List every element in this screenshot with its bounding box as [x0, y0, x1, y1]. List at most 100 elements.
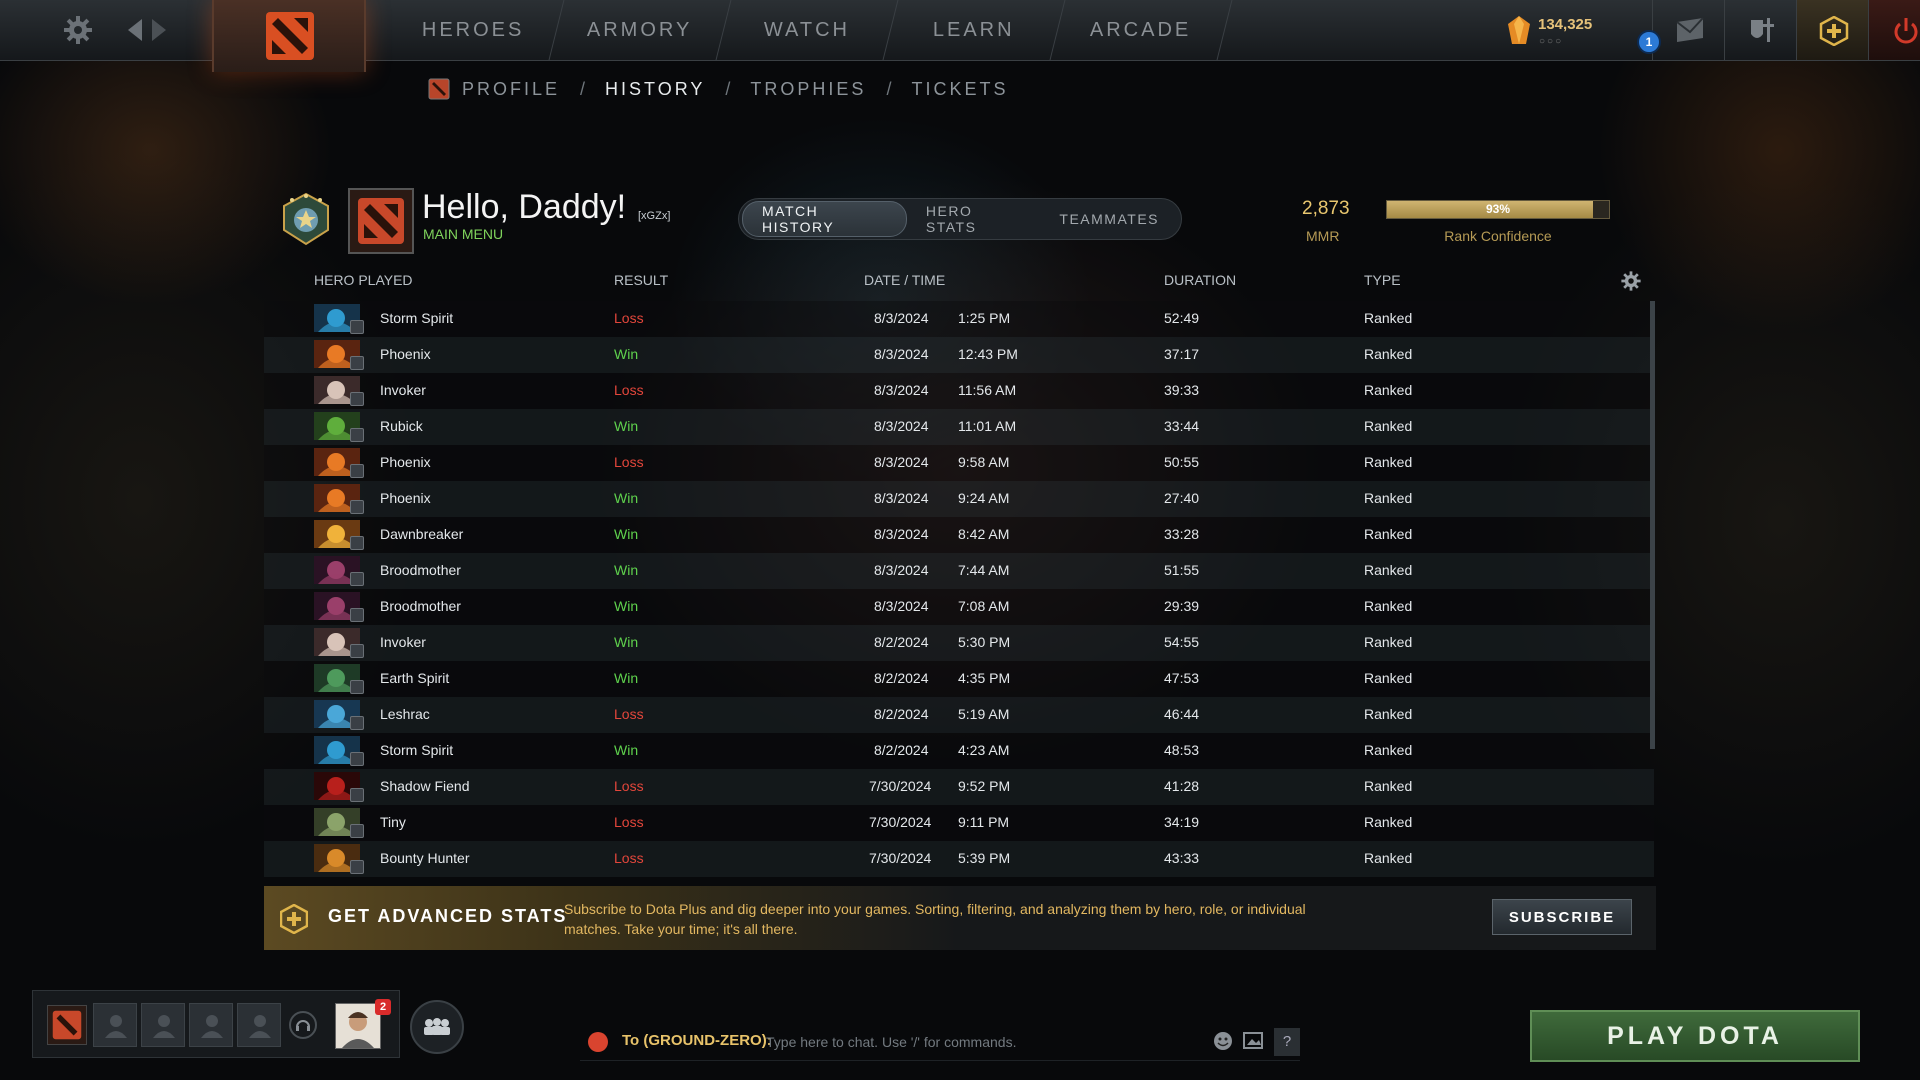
notification-badge[interactable]: 1 — [1637, 30, 1661, 54]
hero-name: Phoenix — [380, 346, 431, 362]
subnav-separator: / — [725, 78, 731, 99]
hero-name: Leshrac — [380, 706, 430, 722]
match-result: Win — [614, 742, 639, 758]
nav-armory[interactable]: ARMORY — [549, 0, 732, 60]
subnav-history[interactable]: HISTORY — [605, 79, 705, 100]
table-settings-gear-icon[interactable] — [1620, 270, 1642, 292]
forward-arrow-icon[interactable] — [146, 17, 170, 43]
shard-gem-icon — [1508, 16, 1530, 44]
table-row[interactable]: Phoenix Loss 8/3/2024 9:58 AM 50:55 Ranked — [264, 445, 1654, 481]
match-date: 8/2/2024 — [874, 706, 929, 722]
column-header-duration[interactable]: DURATION — [1164, 272, 1236, 288]
history-tabs: MATCH HISTORY HERO STATS TEAMMATES — [738, 198, 1182, 240]
subnav-profile[interactable]: PROFILE — [462, 79, 560, 100]
back-arrow-icon[interactable] — [124, 17, 148, 43]
table-row[interactable]: Phoenix Win 8/3/2024 12:43 PM 37:17 Ranked — [264, 337, 1654, 373]
mail-button[interactable] — [1652, 0, 1725, 60]
match-type: Ranked — [1364, 706, 1413, 722]
voice-chat-headset-icon[interactable] — [289, 1011, 317, 1039]
column-header-result[interactable]: RESULT — [614, 272, 668, 288]
dota-home-button[interactable] — [212, 0, 366, 72]
party-slot[interactable] — [189, 1003, 233, 1047]
party-slot[interactable] — [237, 1003, 281, 1047]
party-slot[interactable] — [141, 1003, 185, 1047]
table-row[interactable]: Shadow Fiend Loss 7/30/2024 9:52 PM 41:28 Ran… — [264, 769, 1654, 805]
match-time: 1:25 PM — [958, 310, 1011, 326]
friends-list-button[interactable] — [410, 1000, 464, 1054]
match-type: Ranked — [1364, 418, 1413, 434]
table-row[interactable]: Invoker Loss 8/3/2024 11:56 AM 39:33 Ranked — [264, 373, 1654, 409]
tab-hero-stats[interactable]: HERO STATS — [907, 202, 1041, 236]
tab-match-history[interactable]: MATCH HISTORY — [742, 201, 907, 237]
table-row[interactable]: Storm Spirit Win 8/2/2024 4:23 AM 48:53 Ranke… — [264, 733, 1654, 769]
tab-teammates[interactable]: TEAMMATES — [1040, 202, 1178, 236]
match-duration: 54:55 — [1164, 634, 1200, 650]
match-date: 8/3/2024 — [874, 418, 929, 434]
subnav-trophies[interactable]: TROPHIES — [750, 79, 866, 100]
table-row[interactable]: Phoenix Win 8/3/2024 9:24 AM 27:40 Ranked — [264, 481, 1654, 517]
table-row[interactable]: Broodmother Win 8/3/2024 7:08 AM 29:39 Ranked — [264, 589, 1654, 625]
hero-name: Phoenix — [380, 490, 431, 506]
hero-portrait — [314, 844, 368, 874]
match-duration: 39:33 — [1164, 382, 1200, 398]
match-time: 5:39 PM — [958, 850, 1011, 866]
hero-portrait — [314, 412, 368, 442]
column-header-type[interactable]: TYPE — [1364, 272, 1401, 288]
party-slot[interactable] — [93, 1003, 137, 1047]
chat-input[interactable] — [764, 1028, 1198, 1056]
hero-role-icon — [350, 356, 364, 370]
dota-plus-button[interactable] — [1796, 0, 1869, 60]
match-result: Win — [614, 346, 639, 362]
hero-portrait — [314, 772, 368, 802]
match-type: Ranked — [1364, 778, 1413, 794]
table-row[interactable]: Tiny Loss 7/30/2024 9:11 PM 34:19 Ranked — [264, 805, 1654, 841]
chat-help-button[interactable]: ? — [1274, 1028, 1300, 1056]
match-time: 12:43 PM — [958, 346, 1018, 362]
table-row[interactable]: Invoker Win 8/2/2024 5:30 PM 54:55 Ranked — [264, 625, 1654, 661]
play-dota-button[interactable]: PLAY DOTA — [1530, 1010, 1860, 1062]
chat-channel-indicator-icon[interactable] — [588, 1032, 608, 1052]
match-duration: 52:49 — [1164, 310, 1200, 326]
scrollbar-thumb[interactable] — [1650, 301, 1655, 749]
match-time: 7:44 AM — [958, 562, 1010, 578]
armory-shop-button[interactable] — [1724, 0, 1797, 60]
subscribe-button[interactable]: SUBSCRIBE — [1492, 899, 1632, 935]
chat-channel-label[interactable]: To (GROUND-ZERO): — [622, 1032, 772, 1049]
table-row[interactable]: Bounty Hunter Loss 7/30/2024 5:39 PM 43:33 Ra… — [264, 841, 1654, 877]
chat-image-icon[interactable] — [1242, 1030, 1266, 1054]
match-time: 11:56 AM — [958, 382, 1017, 398]
table-row[interactable]: Earth Spirit Win 8/2/2024 4:35 PM 47:53 Ranke… — [264, 661, 1654, 697]
quit-button[interactable] — [1868, 0, 1920, 60]
hero-name: Bounty Hunter — [380, 850, 470, 866]
party-dota-logo-icon[interactable] — [47, 1005, 87, 1045]
emoticon-icon[interactable] — [1212, 1030, 1236, 1054]
column-header-hero[interactable]: HERO PLAYED — [314, 272, 413, 288]
plus-banner-description: Subscribe to Dota Plus and dig deeper in… — [564, 901, 1306, 937]
match-type: Ranked — [1364, 490, 1413, 506]
nav-learn[interactable]: LEARN — [883, 0, 1066, 60]
shards-balance[interactable]: 134,325 ○○○ — [1508, 14, 1608, 54]
hero-name: Phoenix — [380, 454, 431, 470]
settings-gear-icon[interactable] — [62, 14, 94, 46]
table-row[interactable]: Leshrac Loss 8/2/2024 5:19 AM 46:44 Ranked — [264, 697, 1654, 733]
match-date: 8/3/2024 — [874, 490, 929, 506]
rank-confidence-bar: 93% — [1386, 200, 1610, 219]
table-row[interactable]: Broodmother Win 8/3/2024 7:44 AM 51:55 Ranked — [264, 553, 1654, 589]
table-row[interactable]: Storm Spirit Loss 8/3/2024 1:25 PM 52:49 Rank… — [264, 301, 1654, 337]
player-avatar[interactable] — [348, 188, 414, 254]
hero-portrait — [314, 376, 368, 406]
match-date: 8/2/2024 — [874, 742, 929, 758]
column-header-date-time[interactable]: DATE / TIME — [864, 272, 945, 288]
nav-arcade[interactable]: ARCADE — [1050, 0, 1233, 60]
match-duration: 46:44 — [1164, 706, 1200, 722]
profile-subnav: PROFILE / HISTORY / TROPHIES / TICKETS — [428, 76, 1008, 102]
match-result: Loss — [614, 706, 644, 722]
nav-watch[interactable]: WATCH — [716, 0, 899, 60]
friend-notification-badge: 2 — [375, 999, 391, 1015]
match-time: 5:30 PM — [958, 634, 1011, 650]
table-row[interactable]: Dawnbreaker Win 8/3/2024 8:42 AM 33:28 Ranked — [264, 517, 1654, 553]
subnav-tickets[interactable]: TICKETS — [911, 79, 1008, 100]
table-row[interactable]: Rubick Win 8/3/2024 11:01 AM 33:44 Ranked — [264, 409, 1654, 445]
nav-heroes[interactable]: HEROES — [382, 0, 565, 60]
hero-name: Earth Spirit — [380, 670, 450, 686]
